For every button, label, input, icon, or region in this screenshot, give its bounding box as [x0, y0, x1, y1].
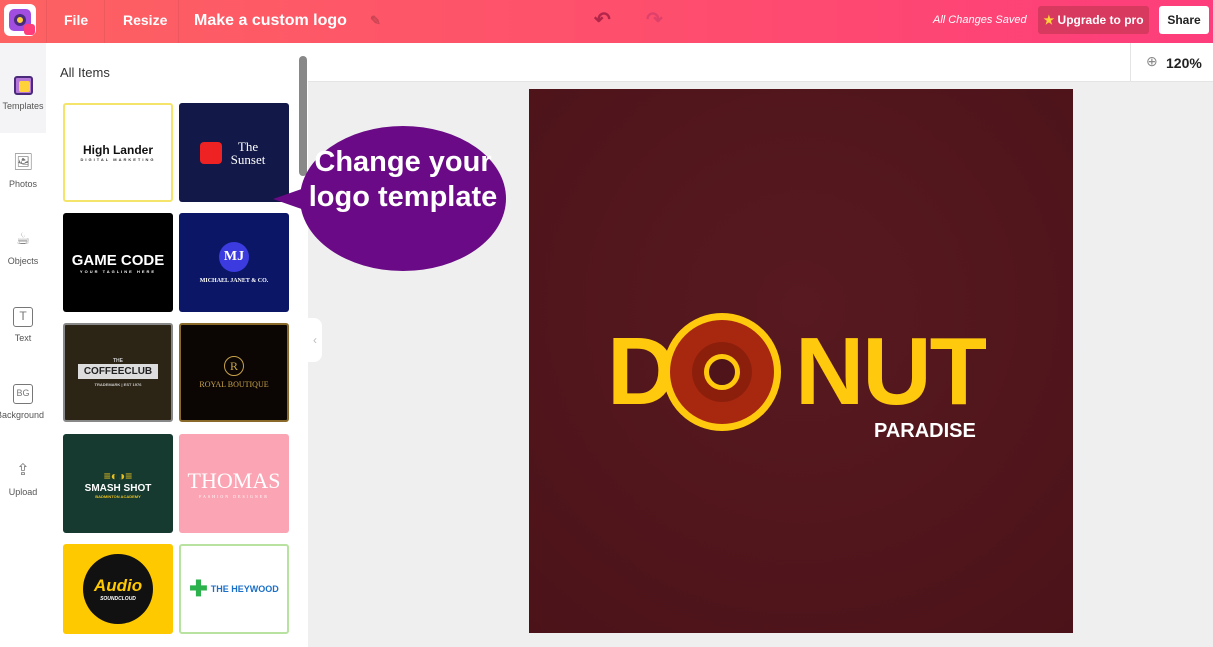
file-menu[interactable]: File: [64, 0, 88, 43]
text-icon: T: [13, 307, 33, 327]
template-thumb[interactable]: THE COFFEECLUB TRADEMARK | EST 1976: [63, 323, 173, 422]
template-thumb[interactable]: MJ MICHAEL JANET & CO.: [179, 213, 289, 312]
design-canvas[interactable]: D NUT PARADISE: [529, 89, 1073, 633]
template-thumb[interactable]: ✚ THE HEYWOOD: [179, 544, 289, 634]
document-title[interactable]: Make a custom logo: [194, 0, 347, 43]
template-thumb[interactable]: GAME CODE YOUR TAGLINE HERE: [63, 213, 173, 312]
sidebar-item-background[interactable]: BG Background: [0, 384, 46, 420]
edit-title-pencil-icon[interactable]: ✎: [370, 0, 381, 43]
template-thumb[interactable]: ≡◐◑≡ SMASH SHOT BADMINTON ACADEMY: [63, 434, 173, 533]
panel-title: All Items: [60, 65, 110, 80]
upload-icon: ⇪: [16, 462, 30, 479]
sidebar-item-text[interactable]: T Text: [0, 307, 46, 343]
template-icon: [13, 76, 33, 95]
zoom-icon[interactable]: ⊕: [1146, 53, 1158, 70]
template-thumb[interactable]: Audio SOUNDCLOUD: [63, 544, 173, 634]
share-button[interactable]: Share: [1159, 6, 1209, 34]
sidebar-item-objects[interactable]: ☕︎ Objects: [0, 230, 46, 266]
cup-icon: ☕︎: [15, 231, 31, 248]
collapse-panel-chevron-icon[interactable]: ‹: [308, 318, 322, 362]
image-icon: 🖼︎: [13, 154, 34, 171]
sidebar-item-upload[interactable]: ⇪ Upload: [0, 461, 46, 497]
logo-subtitle[interactable]: PARADISE: [874, 420, 976, 443]
sidebar-item-templates[interactable]: Templates: [0, 76, 46, 111]
sidebar-item-photos[interactable]: 🖼︎ Photos: [0, 153, 46, 189]
redo-icon[interactable]: ↷: [646, 0, 663, 43]
star-icon: ★: [1043, 13, 1055, 27]
bg-icon: BG: [13, 384, 33, 404]
template-thumb[interactable]: High Lander DIGITAL MARKETING: [63, 103, 173, 202]
logo-letters-nut[interactable]: NUT: [795, 332, 986, 412]
callout-bubble: Change your logo template: [300, 126, 506, 271]
top-bar: File Resize Make a custom logo ✎ ↶ ↷ All…: [0, 0, 1213, 43]
resize-button[interactable]: Resize: [123, 0, 167, 43]
templates-panel: All Items High Lander DIGITAL MARKETING T…: [46, 43, 308, 647]
template-thumb[interactable]: THOMAS FASHION DESIGNER: [179, 434, 289, 533]
upgrade-button[interactable]: ★ Upgrade to pro: [1038, 6, 1149, 34]
zoom-level[interactable]: 120%: [1166, 55, 1202, 71]
canvas-toolbar: ⊕ 120%: [308, 43, 1213, 82]
app-logo[interactable]: [4, 4, 36, 36]
donut-icon[interactable]: [663, 313, 781, 431]
scrollbar[interactable]: [299, 56, 307, 176]
template-thumb[interactable]: R ROYAL BOUTIQUE: [179, 323, 289, 422]
sidebar: Templates 🖼︎ Photos ☕︎ Objects T Text BG Bac…: [0, 43, 46, 647]
save-status: All Changes Saved: [933, 14, 1027, 26]
undo-icon[interactable]: ↶: [594, 0, 611, 43]
